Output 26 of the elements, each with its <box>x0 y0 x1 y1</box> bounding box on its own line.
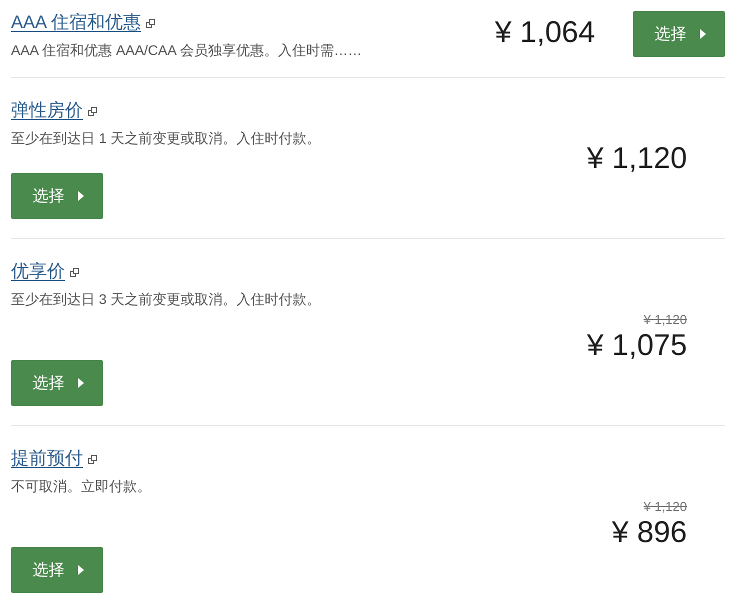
caret-icon <box>78 378 84 388</box>
select-button[interactable]: 选择 <box>633 11 725 57</box>
price: ¥ 1,075 <box>586 332 687 360</box>
external-link-icon <box>146 19 156 28</box>
price: ¥ 1,120 <box>586 145 687 173</box>
external-link-icon <box>70 268 79 277</box>
caret-icon <box>78 191 84 201</box>
rate-title-link[interactable]: 提前预付 <box>11 446 97 470</box>
caret-icon <box>700 29 706 39</box>
rate-description: 至少在到达日 3 天之前变更或取消。入住时付款。 <box>11 290 321 309</box>
original-price: ¥ 1,120 <box>644 312 687 328</box>
external-link-icon <box>88 107 97 116</box>
rate-description: AAA 住宿和优惠 AAA/CAA 会员独享优惠。入住时需…… <box>11 41 362 60</box>
external-link-icon <box>88 455 97 464</box>
rate-title-link[interactable]: 优享价 <box>11 259 79 283</box>
select-button[interactable]: 选择 <box>11 360 103 406</box>
rate-title-link[interactable]: 弹性房价 <box>11 98 97 122</box>
rate-description: 不可取消。立即付款。 <box>11 477 151 496</box>
original-price: ¥ 1,120 <box>644 499 687 515</box>
caret-icon <box>78 565 84 575</box>
price: ¥ 896 <box>612 519 687 547</box>
rate-title-link[interactable]: AAA 住宿和优惠 <box>11 10 156 34</box>
rate-description: 至少在到达日 1 天之前变更或取消。入住时付款。 <box>11 129 321 148</box>
price: ¥ 1,064 <box>494 16 595 50</box>
select-button[interactable]: 选择 <box>11 173 103 219</box>
select-button[interactable]: 选择 <box>11 547 103 593</box>
